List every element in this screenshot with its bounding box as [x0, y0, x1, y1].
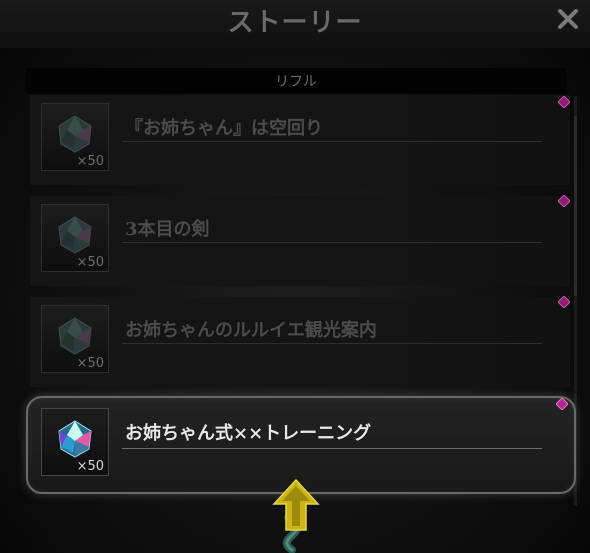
- reward-count: ×50: [76, 356, 104, 371]
- page-title: ストーリー: [227, 8, 363, 38]
- character-name-header: リフル: [26, 68, 566, 94]
- story-item[interactable]: ×50 3本目の剣: [30, 196, 570, 286]
- divider: [122, 448, 542, 449]
- divider: [122, 242, 542, 243]
- reward-count: ×50: [76, 255, 104, 270]
- crystal-gem-icon: [58, 115, 92, 153]
- divider: [122, 343, 542, 344]
- story-item[interactable]: ×50 お姉ちゃんのルルイエ観光案内: [30, 297, 570, 387]
- new-badge-icon: [558, 96, 570, 108]
- story-item[interactable]: ×50 『お姉ちゃん』は空回り: [30, 95, 570, 185]
- story-title: 3本目の剣: [125, 219, 210, 240]
- reward-item-frame: ×50: [41, 408, 109, 476]
- reward-item-frame: ×50: [41, 305, 109, 373]
- title-bar: ストーリー: [0, 0, 590, 48]
- reward-count: ×50: [76, 459, 104, 474]
- scrollbar-thumb[interactable]: [574, 116, 577, 296]
- divider: [122, 141, 542, 142]
- character-name: リフル: [275, 74, 317, 90]
- scroll-up-arrow-icon[interactable]: [264, 478, 328, 553]
- crystal-gem-icon: [58, 216, 92, 254]
- story-title: お姉ちゃんのルルイエ観光案内: [125, 320, 377, 341]
- new-badge-icon: [556, 398, 568, 410]
- close-button[interactable]: [553, 4, 583, 34]
- crystal-gem-icon: [58, 420, 92, 458]
- crystal-gem-icon: [58, 317, 92, 355]
- reward-item-frame: ×50: [41, 204, 109, 272]
- new-badge-icon: [558, 296, 570, 308]
- close-icon: [558, 9, 578, 29]
- reward-item-frame: ×50: [41, 103, 109, 171]
- new-badge-icon: [558, 195, 570, 207]
- reward-count: ×50: [76, 154, 104, 169]
- story-title: 『お姉ちゃん』は空回り: [125, 118, 323, 139]
- story-title: お姉ちゃん式××トレーニング: [125, 423, 372, 444]
